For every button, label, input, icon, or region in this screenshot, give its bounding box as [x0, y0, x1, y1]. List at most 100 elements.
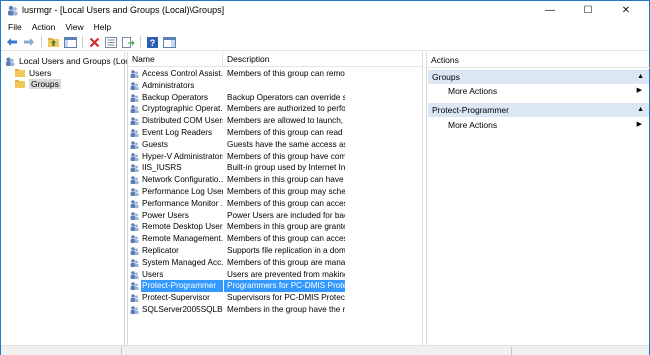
- list-row[interactable]: Hyper-V Administrators Members of this gr…: [128, 151, 422, 163]
- properties-button[interactable]: [103, 35, 119, 49]
- list-row[interactable]: Performance Monitor ... Members of this g…: [128, 198, 422, 210]
- list-row[interactable]: Users Users are prevented from making ...: [128, 269, 422, 281]
- tree-root-label: Local Users and Groups (Local): [19, 56, 140, 66]
- group-icon: [130, 105, 139, 114]
- menu-action[interactable]: Action: [27, 20, 61, 34]
- toolbar-separator: [140, 36, 141, 48]
- section-header: Groups: [432, 72, 460, 82]
- list-row[interactable]: Remote Management... Members of this grou…: [128, 233, 422, 245]
- group-name-cell: Event Log Readers: [142, 128, 213, 137]
- folder-icon: [15, 69, 25, 77]
- delete-icon: [89, 37, 99, 47]
- back-button[interactable]: [4, 35, 20, 49]
- group-icon: [130, 282, 139, 291]
- more-actions-groups[interactable]: More Actions ▶: [428, 84, 649, 98]
- group-name-cell: Power Users: [142, 210, 189, 220]
- group-name-cell: Protect-Programmer: [141, 280, 223, 293]
- status-bar: [1, 345, 649, 355]
- group-name-cell: Backup Operators: [142, 92, 208, 102]
- export-list-button[interactable]: [120, 35, 136, 49]
- group-description-cell: Backup Operators can override se...: [227, 92, 345, 102]
- show-hide-tree-icon: [63, 36, 77, 48]
- group-name-cell: Administrators: [142, 80, 195, 90]
- group-name-cell: Replicator: [142, 246, 179, 255]
- list-row[interactable]: Power Users Power Users are included for …: [128, 210, 422, 222]
- app-users-icon: [8, 5, 18, 16]
- column-header-name[interactable]: Name: [128, 52, 223, 67]
- menu-help[interactable]: Help: [89, 20, 116, 34]
- group-description-cell: Supports file replication in a dom...: [227, 246, 345, 255]
- show-hide-tree-button[interactable]: [62, 35, 78, 49]
- group-name-cell: Remote Management...: [142, 234, 223, 244]
- close-button[interactable]: ✕: [607, 1, 645, 20]
- group-description-cell: Members in this group are grante...: [227, 222, 345, 232]
- group-description-cell: Power Users are included for back...: [227, 210, 345, 220]
- group-name-cell: Performance Monitor ...: [142, 198, 223, 208]
- tree-item-label: Groups: [29, 79, 61, 89]
- title-bar: lusrmgr - [Local Users and Groups (Local…: [1, 1, 649, 20]
- group-name-cell: Network Configuratio...: [142, 175, 223, 185]
- column-header-description[interactable]: Description: [223, 52, 422, 67]
- list-row[interactable]: SQLServer2005SQLBro... Members in the gro…: [128, 304, 422, 316]
- list-row[interactable]: Performance Log Users Members of this gro…: [128, 186, 422, 198]
- tree-item-label: Users: [29, 68, 52, 78]
- list-row[interactable]: Backup Operators Backup Operators can ove…: [128, 92, 422, 104]
- group-description-cell: Members of this group may sche...: [227, 187, 345, 196]
- close-icon: ✕: [621, 5, 631, 16]
- group-icon: [130, 176, 139, 185]
- maximize-icon: ☐: [583, 5, 593, 16]
- group-icon: [130, 247, 139, 255]
- maximize-button[interactable]: ☐: [569, 1, 607, 20]
- groups-list: Name Description Access Control Assist..…: [127, 52, 423, 345]
- list-row[interactable]: Network Configuratio... Members in this g…: [128, 174, 422, 186]
- group-description-cell: Members of this group can acces...: [227, 234, 345, 244]
- collapse-icon: ▲: [637, 106, 644, 113]
- list-row[interactable]: Distributed COM Users Members are allowed…: [128, 115, 422, 127]
- group-name-cell: Performance Log Users: [142, 187, 223, 196]
- submenu-arrow-icon: ▶: [636, 121, 642, 128]
- menu-bar: File Action View Help: [1, 20, 649, 34]
- list-row[interactable]: Protect-Programmer Programmers for PC-DMI…: [128, 280, 422, 293]
- list-row[interactable]: Cryptographic Operat... Members are autho…: [128, 103, 422, 115]
- list-row[interactable]: Access Control Assist... Members of this …: [128, 68, 422, 80]
- list-row[interactable]: System Managed Acc... Members of this gro…: [128, 257, 422, 269]
- menu-file[interactable]: File: [3, 20, 27, 34]
- forward-button[interactable]: [21, 35, 37, 49]
- minimize-button[interactable]: —: [531, 1, 569, 20]
- group-icon: [130, 294, 139, 303]
- menu-view[interactable]: View: [60, 20, 88, 34]
- delete-button[interactable]: [86, 35, 102, 49]
- group-description-cell: Programmers for PC-DMIS Protect: [224, 280, 345, 293]
- tree-root-local-users-groups[interactable]: Local Users and Groups (Local): [5, 55, 139, 67]
- list-row[interactable]: Replicator Supports file replication in a…: [128, 245, 422, 257]
- tree-item-groups[interactable]: Groups: [15, 78, 61, 90]
- group-name-cell: Access Control Assist...: [142, 69, 223, 78]
- list-row[interactable]: Protect-Supervisor Supervisors for PC-DMI…: [128, 292, 422, 304]
- actions-section-groups[interactable]: Groups ▲: [428, 70, 649, 84]
- forward-icon: [24, 38, 34, 46]
- list-row[interactable]: Administrators: [128, 80, 422, 92]
- collapse-icon: ▲: [637, 73, 644, 80]
- list-row[interactable]: Event Log Readers Members of this group c…: [128, 127, 422, 139]
- group-description-cell: Members are authorized to perfor...: [227, 104, 345, 114]
- group-name-cell: IIS_IUSRS: [142, 163, 182, 173]
- group-description-cell: Members of this group are mana...: [227, 257, 345, 267]
- list-row[interactable]: Guests Guests have the same access as m..…: [128, 139, 422, 151]
- status-divider: [121, 347, 122, 355]
- more-actions-protect-programmer[interactable]: More Actions ▶: [428, 118, 649, 132]
- group-description-cell: Members of this group can read e...: [227, 128, 345, 137]
- help-button[interactable]: ?: [144, 35, 160, 49]
- folder-icon: [15, 80, 25, 88]
- group-description-cell: Members in this group can have s...: [227, 175, 345, 185]
- up-one-level-button[interactable]: [45, 35, 61, 49]
- lusrmgr-window: lusrmgr - [Local Users and Groups (Local…: [0, 0, 650, 355]
- group-icon: [130, 81, 139, 90]
- list-row[interactable]: IIS_IUSRS Built-in group used by Internet…: [128, 162, 422, 174]
- actions-section-protect-programmer[interactable]: Protect-Programmer ▲: [428, 103, 649, 117]
- actions-pane: Actions Groups ▲ More Actions ▶ Protect-…: [426, 52, 650, 345]
- submenu-arrow-icon: ▶: [636, 87, 642, 94]
- list-row[interactable]: Remote Desktop Users Members in this grou…: [128, 221, 422, 233]
- show-action-pane-button[interactable]: [161, 35, 177, 49]
- minimize-icon: —: [545, 5, 555, 16]
- group-description-cell: Members of this group have comp...: [227, 151, 345, 161]
